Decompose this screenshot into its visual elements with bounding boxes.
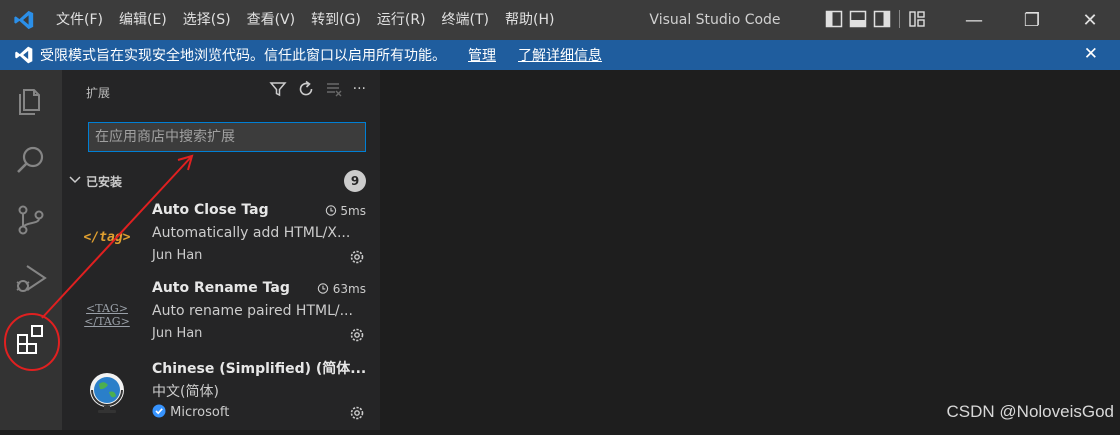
menu-go[interactable]: 转到(G) bbox=[303, 0, 369, 40]
minimize-button[interactable]: — bbox=[946, 0, 1002, 40]
extension-item-auto-rename-tag[interactable]: <TAG> </TAG> Auto Rename Tag 63ms Auto r… bbox=[62, 280, 380, 357]
menu-edit[interactable]: 编辑(E) bbox=[111, 0, 175, 40]
extension-publisher: Microsoft bbox=[152, 404, 229, 420]
menu-run[interactable]: 运行(R) bbox=[369, 0, 434, 40]
icon-label: </tag> bbox=[83, 229, 131, 245]
layout-divider bbox=[899, 10, 900, 28]
extension-name: Auto Close Tag bbox=[152, 202, 269, 218]
menu-help[interactable]: 帮助(H) bbox=[497, 0, 562, 40]
extension-description: 中文(简体) bbox=[152, 384, 219, 400]
manage-gear-icon[interactable] bbox=[348, 326, 366, 344]
extension-publisher: Jun Han bbox=[152, 248, 203, 263]
banner-learn-more-link[interactable]: 了解详细信息 bbox=[518, 45, 602, 65]
menu-file[interactable]: 文件(F) bbox=[48, 0, 111, 40]
filter-icon[interactable] bbox=[269, 80, 287, 98]
window-title: Visual Studio Code bbox=[649, 12, 781, 28]
extensions-icon[interactable] bbox=[13, 322, 49, 358]
activation-time-value: 5ms bbox=[340, 204, 366, 218]
extension-name: Auto Rename Tag bbox=[152, 280, 290, 296]
sidebar-actions: ··· bbox=[269, 80, 366, 98]
refresh-icon[interactable] bbox=[297, 80, 315, 98]
layout-controls bbox=[825, 10, 926, 28]
activation-time-value: 63ms bbox=[332, 282, 366, 296]
history-icon bbox=[317, 283, 329, 294]
menu-view[interactable]: 查看(V) bbox=[239, 0, 304, 40]
auto-close-tag-icon: </tag> bbox=[82, 212, 132, 262]
installed-section-header[interactable]: 已安装 9 bbox=[62, 170, 380, 192]
banner-message: 受限模式旨在实现安全地浏览代码。信任此窗口以启用所有功能。 bbox=[40, 48, 446, 64]
installed-count-badge: 9 bbox=[344, 170, 366, 192]
chevron-down-icon bbox=[69, 176, 81, 184]
extension-description: Auto rename paired HTML/... bbox=[152, 303, 353, 319]
more-actions-icon[interactable]: ··· bbox=[353, 81, 366, 97]
toggle-secondary-sidebar-icon[interactable] bbox=[873, 10, 891, 28]
publisher-name: Microsoft bbox=[170, 405, 230, 420]
search-icon[interactable] bbox=[13, 142, 49, 178]
extension-search-input[interactable]: 在应用商店中搜索扩展 bbox=[88, 122, 366, 152]
restricted-mode-banner: 受限模式旨在实现安全地浏览代码。信任此窗口以启用所有功能。 管理 了解详细信息 … bbox=[0, 40, 1120, 70]
toggle-primary-sidebar-icon[interactable] bbox=[825, 10, 843, 28]
extension-description: Automatically add HTML/X... bbox=[152, 225, 351, 241]
activation-time: 63ms bbox=[316, 282, 366, 296]
banner-close-button[interactable]: ✕ bbox=[1084, 44, 1098, 64]
extension-item-chinese-language-pack[interactable]: Chinese (Simplified) (简体... 中文(简体) Micro… bbox=[62, 358, 380, 435]
extensions-sidebar: 扩展 ··· 在应用商店中搜索扩展 已安装 9 </tag> Auto Clos… bbox=[62, 70, 380, 430]
manage-gear-icon[interactable] bbox=[348, 404, 366, 422]
editor-area bbox=[380, 70, 1120, 430]
extension-publisher: Jun Han bbox=[152, 326, 203, 341]
toggle-panel-icon[interactable] bbox=[849, 10, 867, 28]
menu-terminal[interactable]: 终端(T) bbox=[434, 0, 497, 40]
history-icon bbox=[325, 205, 336, 216]
banner-manage-link[interactable]: 管理 bbox=[468, 45, 496, 65]
sidebar-title: 扩展 bbox=[86, 86, 111, 100]
customize-layout-icon[interactable] bbox=[908, 10, 926, 28]
globe-icon bbox=[90, 373, 124, 413]
icon-label-top: <TAG> bbox=[86, 302, 128, 315]
menu-selection[interactable]: 选择(S) bbox=[175, 0, 239, 40]
vscode-logo-icon bbox=[0, 0, 48, 40]
clear-results-icon[interactable] bbox=[325, 80, 343, 98]
menu-bar: 文件(F) 编辑(E) 选择(S) 查看(V) 转到(G) 运行(R) 终端(T… bbox=[48, 0, 562, 40]
watermark: CSDN @NoloveisGod bbox=[946, 402, 1114, 421]
source-control-icon[interactable] bbox=[13, 202, 49, 238]
extension-name: Chinese (Simplified) (简体... bbox=[152, 361, 367, 377]
title-bar: 文件(F) 编辑(E) 选择(S) 查看(V) 转到(G) 运行(R) 终端(T… bbox=[0, 0, 1120, 40]
activation-time: 5ms bbox=[324, 204, 366, 218]
restore-button[interactable]: ❐ bbox=[1004, 0, 1060, 40]
close-window-button[interactable]: ✕ bbox=[1062, 0, 1118, 40]
extension-item-auto-close-tag[interactable]: </tag> Auto Close Tag 5ms Automatically … bbox=[62, 202, 380, 279]
manage-gear-icon[interactable] bbox=[348, 248, 366, 266]
verified-publisher-icon bbox=[152, 404, 166, 418]
run-debug-icon[interactable] bbox=[13, 260, 49, 296]
activity-bar bbox=[0, 70, 62, 430]
icon-label-bottom: </TAG> bbox=[84, 315, 130, 328]
explorer-icon[interactable] bbox=[13, 82, 49, 118]
auto-rename-tag-icon: <TAG> </TAG> bbox=[82, 290, 132, 340]
installed-label: 已安装 bbox=[86, 175, 123, 189]
vscode-shield-icon bbox=[15, 46, 33, 64]
